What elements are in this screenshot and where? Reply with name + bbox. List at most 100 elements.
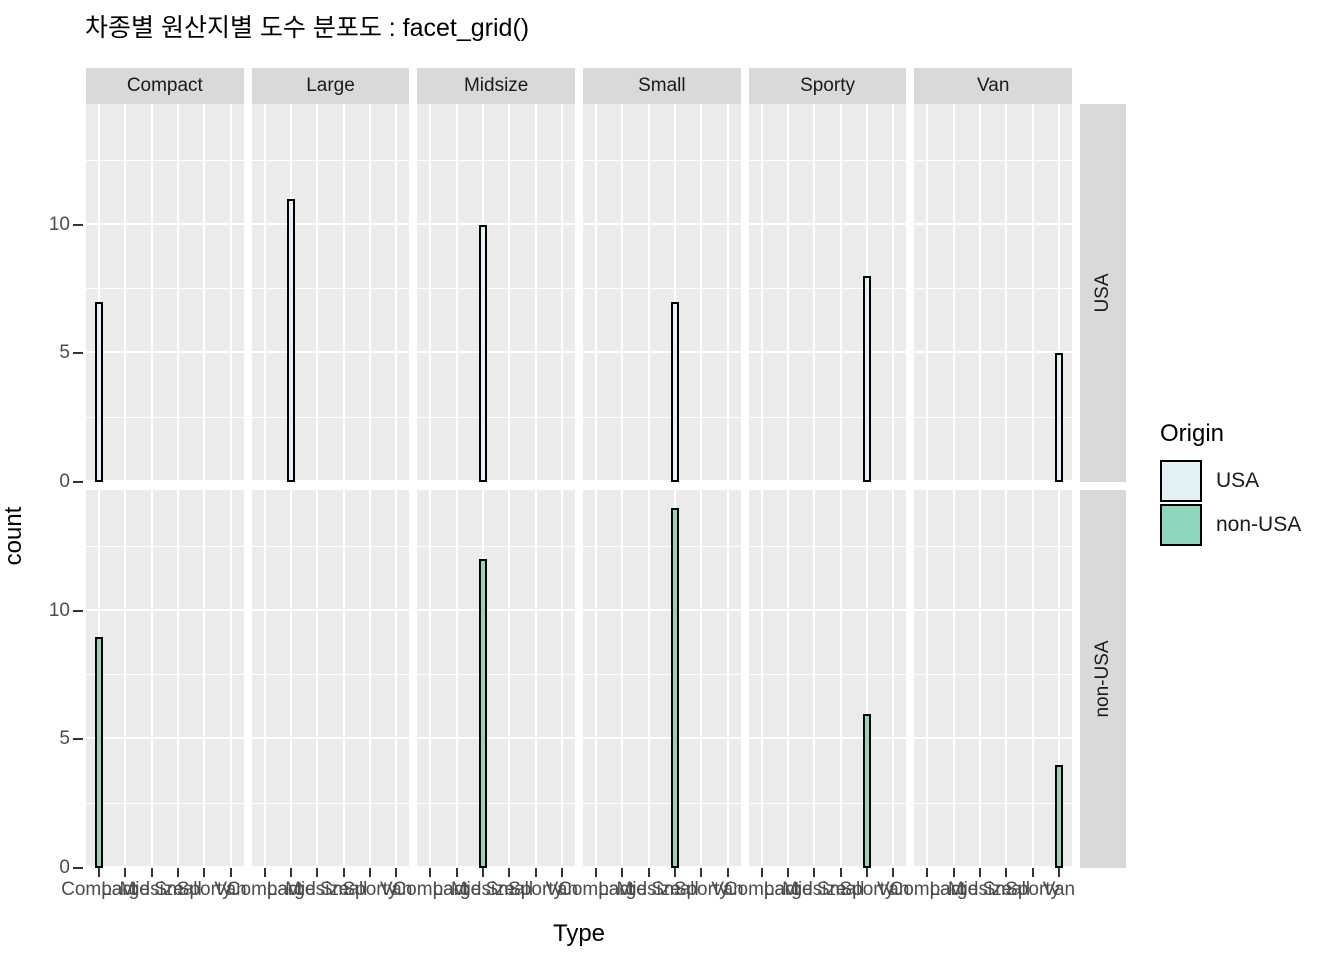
x-tick-mark: [124, 868, 127, 877]
x-tick-mark: [952, 868, 955, 877]
bar-usa-small: [670, 302, 680, 482]
gridline-major-h: [914, 351, 1073, 354]
panel-non-usa-compact: [86, 490, 244, 868]
gridline-major-v: [176, 490, 179, 868]
y-axis: 0 5 10 0 5 10 count: [0, 68, 86, 878]
panel-non-usa-van: [914, 490, 1073, 868]
facet-row-non-usa: non-USA: [86, 490, 1126, 868]
gridline-major-v: [926, 104, 929, 482]
gridline-minor-h: [914, 416, 1073, 418]
gridline-major-v: [839, 490, 842, 868]
gridline-major-v: [395, 104, 398, 482]
x-tick-mark: [1057, 868, 1060, 877]
gridline-major-v: [839, 104, 842, 482]
gridline-major-h: [251, 737, 410, 740]
x-ticks-compact: Compact Large Midsize Small Sporty Van: [61, 868, 247, 928]
gridline-major-v: [429, 104, 432, 482]
column-strip-row: Compact Large Midsize Small Sporty Van: [86, 68, 1073, 104]
facet-strip-label: Large: [306, 75, 355, 96]
gridline-major-v: [621, 104, 624, 482]
gridline-major-h: [914, 222, 1073, 225]
gridline-major-v: [316, 104, 319, 482]
gridline-minor-h: [914, 674, 1073, 676]
x-tick-mark: [839, 868, 842, 877]
panel-non-usa-sporty: [748, 490, 907, 868]
gridline-minor-h: [86, 416, 244, 418]
gridline-minor-h: [748, 416, 907, 418]
gridline-minor-h: [417, 674, 576, 676]
gridline-major-v: [813, 490, 816, 868]
x-tick-mark: [865, 868, 868, 877]
facet-strip-label: Midsize: [463, 75, 529, 96]
bar-non-usa-van: [1054, 765, 1064, 868]
panel-non-usa-small: [583, 490, 741, 868]
facet-strip-label: Van: [976, 75, 1010, 96]
bar-usa-sporty: [862, 276, 872, 482]
gridline-major-v: [368, 104, 371, 482]
x-tick-mark: [1005, 868, 1008, 877]
y-tick-label: 5: [59, 342, 70, 364]
panels-wrap: [86, 104, 1073, 482]
x-tick-mark: [892, 868, 895, 877]
gridline-major-v: [150, 490, 153, 868]
panel-non-usa-large: [251, 490, 410, 868]
gridline-major-v: [1031, 104, 1034, 482]
x-tick-mark: [203, 868, 206, 877]
gridline-minor-h: [583, 674, 741, 676]
gridline-minor-h: [914, 159, 1073, 161]
y-tick-mark: [73, 481, 83, 483]
x-tick-mark: [229, 868, 232, 877]
y-tick-mark: [73, 738, 83, 741]
x-tick-mark: [787, 868, 790, 877]
gridline-major-v: [952, 490, 955, 868]
x-tick-mark: [979, 868, 982, 877]
facet-strip-col-midsize: Midsize: [417, 68, 576, 104]
panel-usa-compact: [86, 104, 244, 482]
bar-non-usa-compact: [94, 636, 104, 868]
gridline-major-v: [342, 104, 345, 482]
gridline-major-v: [316, 490, 319, 868]
gridline-major-v: [429, 490, 432, 868]
gridline-major-v: [124, 490, 127, 868]
gridline-major-h: [583, 351, 741, 354]
x-tick-mark: [926, 868, 929, 877]
legend-item-usa[interactable]: USA: [1160, 460, 1340, 502]
gridline-major-h: [86, 480, 244, 482]
gridline-major-v: [534, 490, 537, 868]
y-tick-label: 0: [59, 857, 70, 878]
gridline-major-v: [892, 104, 895, 482]
gridline-major-h: [748, 351, 907, 354]
gridline-major-v: [700, 490, 703, 868]
x-ticks-van: Compact Large Midsize Small Sporty Van: [889, 868, 1075, 928]
gridline-major-h: [251, 480, 410, 482]
panel-usa-van: [914, 104, 1073, 482]
gridline-major-v: [508, 104, 511, 482]
gridline-minor-h: [914, 288, 1073, 290]
x-tick-mark: [342, 868, 345, 877]
x-tick-mark: [760, 868, 763, 877]
gridline-major-h: [583, 480, 741, 482]
x-tick-mark: [647, 868, 650, 877]
gridline-minor-h: [251, 416, 410, 418]
bar-usa-van: [1054, 353, 1064, 482]
y-tick-mark: [73, 867, 83, 869]
bar-usa-compact: [94, 302, 104, 482]
gridline-minor-h: [748, 288, 907, 290]
facet-strip-col-compact: Compact: [86, 68, 244, 104]
gridline-major-v: [203, 490, 206, 868]
gridline-major-h: [251, 608, 410, 611]
x-tick-mark: [395, 868, 398, 877]
gridline-major-v: [534, 104, 537, 482]
gridline-major-v: [342, 490, 345, 868]
x-tick-mark: [455, 868, 458, 877]
legend-item-non-usa[interactable]: non-USA: [1160, 504, 1340, 546]
gridline-major-v: [455, 104, 458, 482]
x-ticks-sporty: Compact Large Midsize Small Sporty Van: [724, 868, 909, 928]
gridline-major-v: [813, 104, 816, 482]
gridline-major-h: [86, 608, 244, 611]
gridline-major-h: [86, 737, 244, 740]
x-tick-mark: [621, 868, 624, 877]
gridline-major-v: [621, 490, 624, 868]
y-tick-label: 10: [48, 599, 70, 621]
gridline-minor-h: [251, 159, 410, 161]
